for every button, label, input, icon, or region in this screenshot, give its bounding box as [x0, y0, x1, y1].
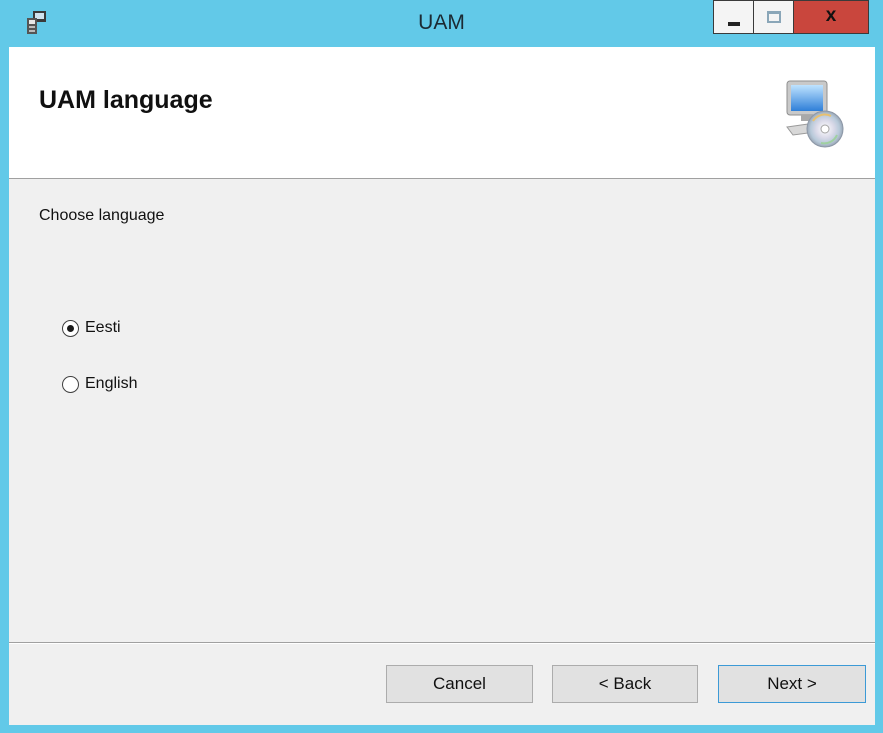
- computer-cd-icon: [786, 80, 844, 148]
- radio-label-english: English: [85, 375, 138, 392]
- radio-button-eesti[interactable]: [62, 319, 79, 337]
- radio-label-eesti: Eesti: [85, 319, 121, 336]
- next-button[interactable]: Next >: [718, 665, 866, 703]
- wizard-header: UAM language: [9, 47, 875, 179]
- page-title: UAM language: [39, 86, 213, 114]
- choose-language-label: Choose language: [39, 207, 165, 224]
- footer-divider: [9, 642, 875, 644]
- radio-button-english[interactable]: [62, 375, 79, 393]
- maximize-icon: [767, 11, 781, 23]
- cancel-button[interactable]: Cancel: [386, 665, 533, 703]
- title-bar[interactable]: UAM x: [0, 0, 883, 47]
- radio-option-eesti[interactable]: Eesti: [62, 317, 121, 339]
- close-icon: x: [825, 5, 837, 26]
- maximize-button[interactable]: [753, 0, 793, 34]
- radio-option-english[interactable]: English: [62, 373, 137, 395]
- minimize-button[interactable]: [713, 0, 753, 34]
- close-button[interactable]: x: [793, 0, 869, 34]
- back-button[interactable]: < Back: [552, 665, 698, 703]
- minimize-icon: [728, 22, 740, 26]
- installer-window: UAM x UAM language Choose language Eesti…: [0, 0, 883, 733]
- dialog-body: UAM language Choose language Eesti Engli…: [9, 47, 875, 725]
